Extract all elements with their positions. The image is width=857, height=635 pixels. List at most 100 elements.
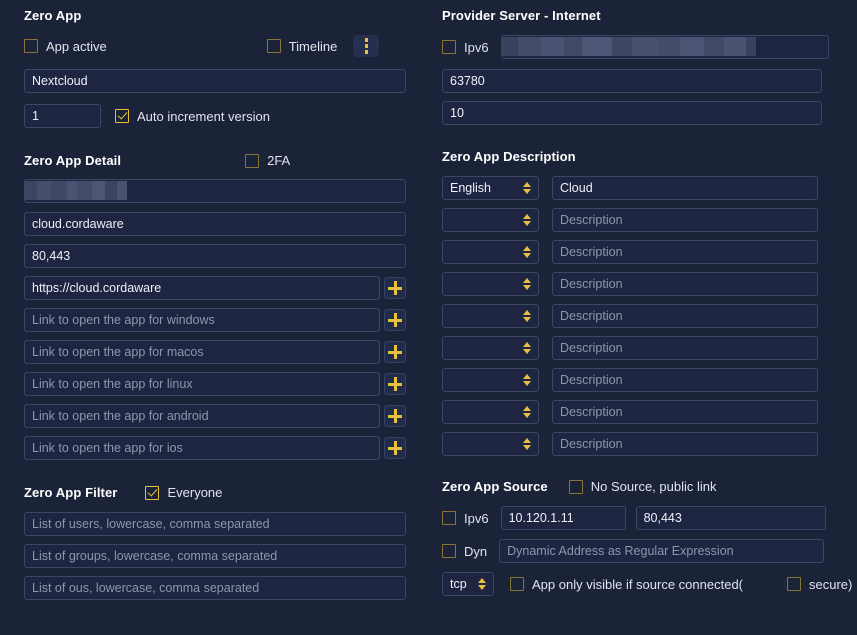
detail-redacted-field-wrap xyxy=(24,179,406,203)
language-select[interactable] xyxy=(442,368,539,392)
vertical-dots-icon[interactable] xyxy=(353,35,380,57)
language-select[interactable] xyxy=(442,304,539,328)
filter-groups-input[interactable] xyxy=(24,544,406,568)
description-row xyxy=(442,400,833,424)
language-select[interactable] xyxy=(442,432,539,456)
version-input[interactable] xyxy=(24,104,101,128)
filter-ous-input[interactable] xyxy=(24,576,406,600)
secure-label: secure) xyxy=(809,576,853,592)
provider-count-input[interactable] xyxy=(442,101,822,125)
chevron-updown-icon xyxy=(478,577,487,591)
dot xyxy=(364,50,369,54)
language-select[interactable] xyxy=(442,400,539,424)
description-row xyxy=(442,240,833,264)
plus-icon[interactable] xyxy=(384,277,406,299)
filter-ous-row xyxy=(24,576,406,600)
description-input[interactable] xyxy=(552,368,818,392)
plus-icon[interactable] xyxy=(384,341,406,363)
description-row xyxy=(442,208,833,232)
language-select[interactable]: English xyxy=(442,176,539,200)
link-row-ios xyxy=(24,436,406,460)
only-visible-label: App only visible if source connected( xyxy=(532,576,744,592)
app-name-input[interactable] xyxy=(24,69,406,93)
link-android-input[interactable] xyxy=(24,404,380,428)
plus-icon[interactable] xyxy=(384,405,406,427)
source-ip-input[interactable] xyxy=(500,506,626,530)
provider-ipv6-checkbox[interactable] xyxy=(442,40,456,54)
provider-port-input[interactable] xyxy=(442,69,822,93)
ports-row xyxy=(24,244,406,268)
plus-icon[interactable] xyxy=(384,437,406,459)
description-input[interactable] xyxy=(552,208,818,232)
everyone-checkbox[interactable] xyxy=(145,485,160,500)
filter-users-row xyxy=(24,512,406,536)
zero-app-section: Zero App App active Timeline Nextcloud 1… xyxy=(24,8,406,128)
only-visible-checkbox[interactable] xyxy=(510,577,524,591)
link-row-macos xyxy=(24,340,406,364)
everyone-label: Everyone xyxy=(167,485,223,500)
language-select[interactable] xyxy=(442,336,539,360)
detail-redacted-input[interactable] xyxy=(24,179,406,203)
app-active-checkbox[interactable] xyxy=(24,39,38,53)
chevron-updown-icon xyxy=(523,277,532,291)
zero-app-title: Zero App xyxy=(24,8,82,23)
link-row-android xyxy=(24,404,406,428)
link-ios-input[interactable] xyxy=(24,436,380,460)
auto-increment-checkbox[interactable] xyxy=(115,109,129,123)
link-row-windows xyxy=(24,308,406,332)
dyn-label: Dyn xyxy=(464,543,488,559)
version-row: Auto increment version xyxy=(24,104,406,128)
dyn-address-input[interactable] xyxy=(499,539,825,563)
protocol-select[interactable]: tcp xyxy=(442,572,494,596)
left-column: Zero App App active Timeline Nextcloud 1… xyxy=(0,0,430,635)
plus-icon[interactable] xyxy=(384,309,406,331)
description-row xyxy=(442,304,833,328)
filter-groups-row xyxy=(24,544,406,568)
link-linux-input[interactable] xyxy=(24,372,380,396)
description-row xyxy=(442,336,833,360)
language-select-value: English xyxy=(450,181,491,195)
ports-input[interactable] xyxy=(24,244,406,268)
source-protocol-row: tcp App only visible if source connected… xyxy=(442,572,852,596)
provider-address-wrap xyxy=(500,35,829,59)
description-row xyxy=(442,272,833,296)
language-select[interactable] xyxy=(442,208,539,232)
link-windows-input[interactable] xyxy=(24,308,380,332)
dot xyxy=(364,44,369,48)
link-macos-input[interactable] xyxy=(24,340,380,364)
description-input[interactable] xyxy=(552,272,818,296)
language-select[interactable] xyxy=(442,272,539,296)
description-input[interactable] xyxy=(552,400,818,424)
source-ipv6-label: Ipv6 xyxy=(464,510,489,526)
filter-users-input[interactable] xyxy=(24,512,406,536)
description-input[interactable] xyxy=(552,336,818,360)
url-input[interactable] xyxy=(24,276,380,300)
timeline-checkbox[interactable] xyxy=(266,39,281,53)
source-ipv6-checkbox[interactable] xyxy=(442,511,456,525)
host-row xyxy=(24,212,406,236)
provider-server-title: Provider Server - Internet xyxy=(442,8,601,23)
provider-server-section: Provider Server - Internet Ipv6 xyxy=(442,8,833,125)
app-active-label: App active xyxy=(46,38,107,54)
twofa-checkbox[interactable] xyxy=(245,153,260,168)
secure-checkbox[interactable] xyxy=(787,577,802,591)
dot xyxy=(364,38,369,42)
description-input[interactable] xyxy=(552,304,818,328)
description-input[interactable] xyxy=(552,240,818,264)
zero-app-filter-section: Zero App Filter Everyone xyxy=(24,485,406,600)
description-input[interactable] xyxy=(552,176,818,200)
dyn-checkbox[interactable] xyxy=(442,544,456,558)
description-input[interactable] xyxy=(552,432,818,456)
plus-icon[interactable] xyxy=(384,373,406,395)
source-port-input[interactable] xyxy=(635,506,826,530)
twofa-label: 2FA xyxy=(267,153,291,168)
host-input[interactable] xyxy=(24,212,406,236)
no-source-checkbox[interactable] xyxy=(568,479,583,494)
provider-count-row xyxy=(442,101,833,125)
provider-address-input[interactable] xyxy=(500,35,829,59)
language-select[interactable] xyxy=(442,240,539,264)
source-address-row: Ipv6 xyxy=(442,506,833,530)
provider-address-row: Ipv6 xyxy=(442,35,833,59)
detail-header-row: Zero App Detail 2FA xyxy=(24,153,406,168)
zero-app-description-section: Zero App Description English xyxy=(442,149,833,456)
